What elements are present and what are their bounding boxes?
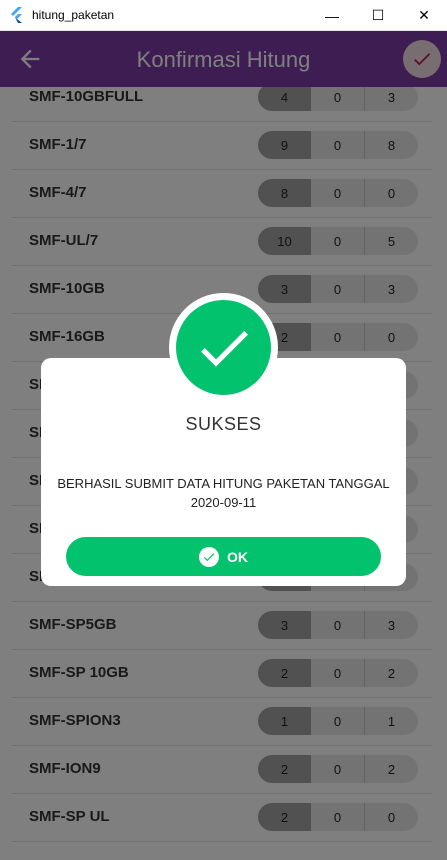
- window-controls: — ☐ ✕: [309, 0, 447, 31]
- maximize-button[interactable]: ☐: [355, 0, 401, 31]
- dialog-message: BERHASIL SUBMIT DATA HITUNG PAKETAN TANG…: [57, 476, 390, 510]
- dialog-icon-ring: [169, 293, 278, 402]
- ok-button[interactable]: OK: [66, 537, 381, 576]
- window-titlebar: hitung_paketan — ☐ ✕: [0, 0, 447, 31]
- close-window-button[interactable]: ✕: [401, 0, 447, 31]
- ok-button-label: OK: [227, 548, 248, 565]
- dialog-title: SUKSES: [185, 414, 262, 434]
- minimize-button[interactable]: —: [309, 0, 355, 31]
- flutter-logo-icon: [11, 7, 22, 23]
- success-check-icon: [176, 300, 271, 395]
- check-circle-icon: [199, 546, 219, 567]
- window-title: hitung_paketan: [32, 8, 115, 22]
